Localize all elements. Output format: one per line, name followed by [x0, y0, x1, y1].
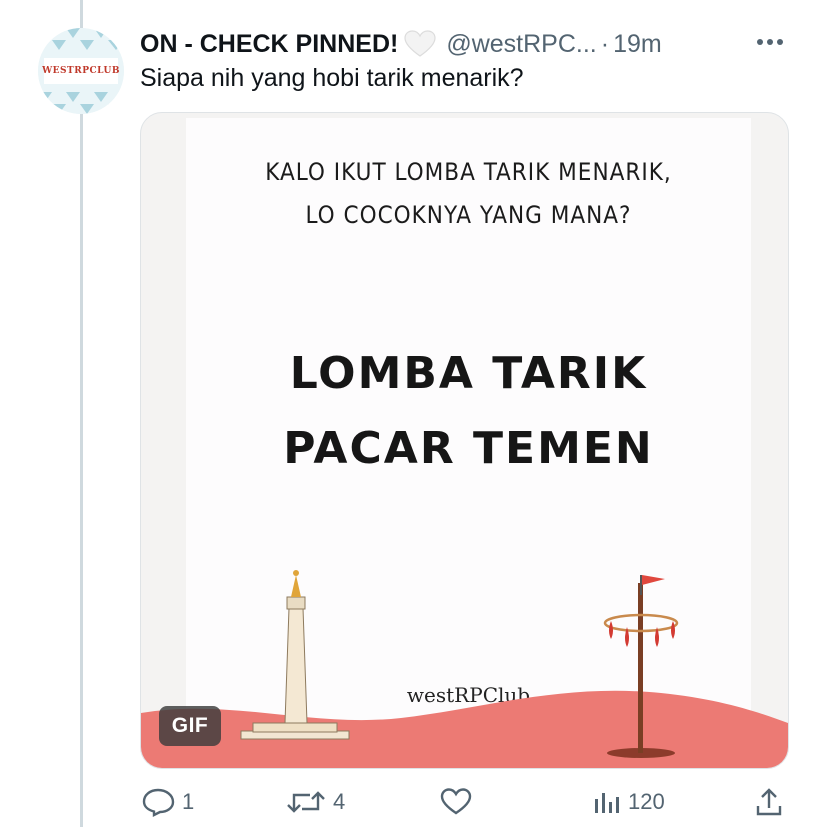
retweet-icon	[287, 791, 325, 813]
avatar[interactable]: WESTRPCLUB	[38, 28, 124, 114]
retweet-button[interactable]: 4	[285, 780, 345, 824]
illustration	[141, 570, 788, 768]
views-icon	[595, 793, 619, 813]
share-icon	[756, 788, 782, 816]
share-button[interactable]	[754, 780, 784, 824]
user-handle[interactable]: @westRPC...	[446, 30, 596, 59]
more-icon[interactable]	[750, 30, 790, 54]
media-gif[interactable]: KALO IKUT LOMBA TARIK MENARIK, LO COCOKN…	[140, 112, 789, 769]
like-icon	[440, 788, 472, 815]
white-heart-icon	[404, 30, 436, 58]
tweet-header: ON - CHECK PINNED! @westRPC... · 19m	[140, 26, 662, 62]
reply-button[interactable]: 1	[142, 780, 194, 824]
timestamp[interactable]: 19m	[613, 30, 662, 59]
tweet-text: Siapa nih yang hobi tarik menarik?	[140, 64, 524, 92]
action-bar: 1 4 120	[140, 780, 790, 824]
gif-badge: GIF	[159, 706, 221, 746]
red-ground	[141, 690, 788, 768]
reply-icon	[142, 788, 175, 817]
thread-line	[80, 0, 83, 827]
display-name[interactable]: ON - CHECK PINNED!	[140, 30, 398, 59]
avatar-logo-text: WESTRPCLUB	[42, 66, 120, 76]
retweet-count: 4	[333, 789, 346, 814]
like-button[interactable]	[440, 780, 478, 824]
separator: ·	[600, 29, 610, 58]
views-button[interactable]: 120	[592, 780, 665, 824]
views-count: 120	[628, 789, 665, 814]
reply-count: 1	[182, 789, 195, 814]
